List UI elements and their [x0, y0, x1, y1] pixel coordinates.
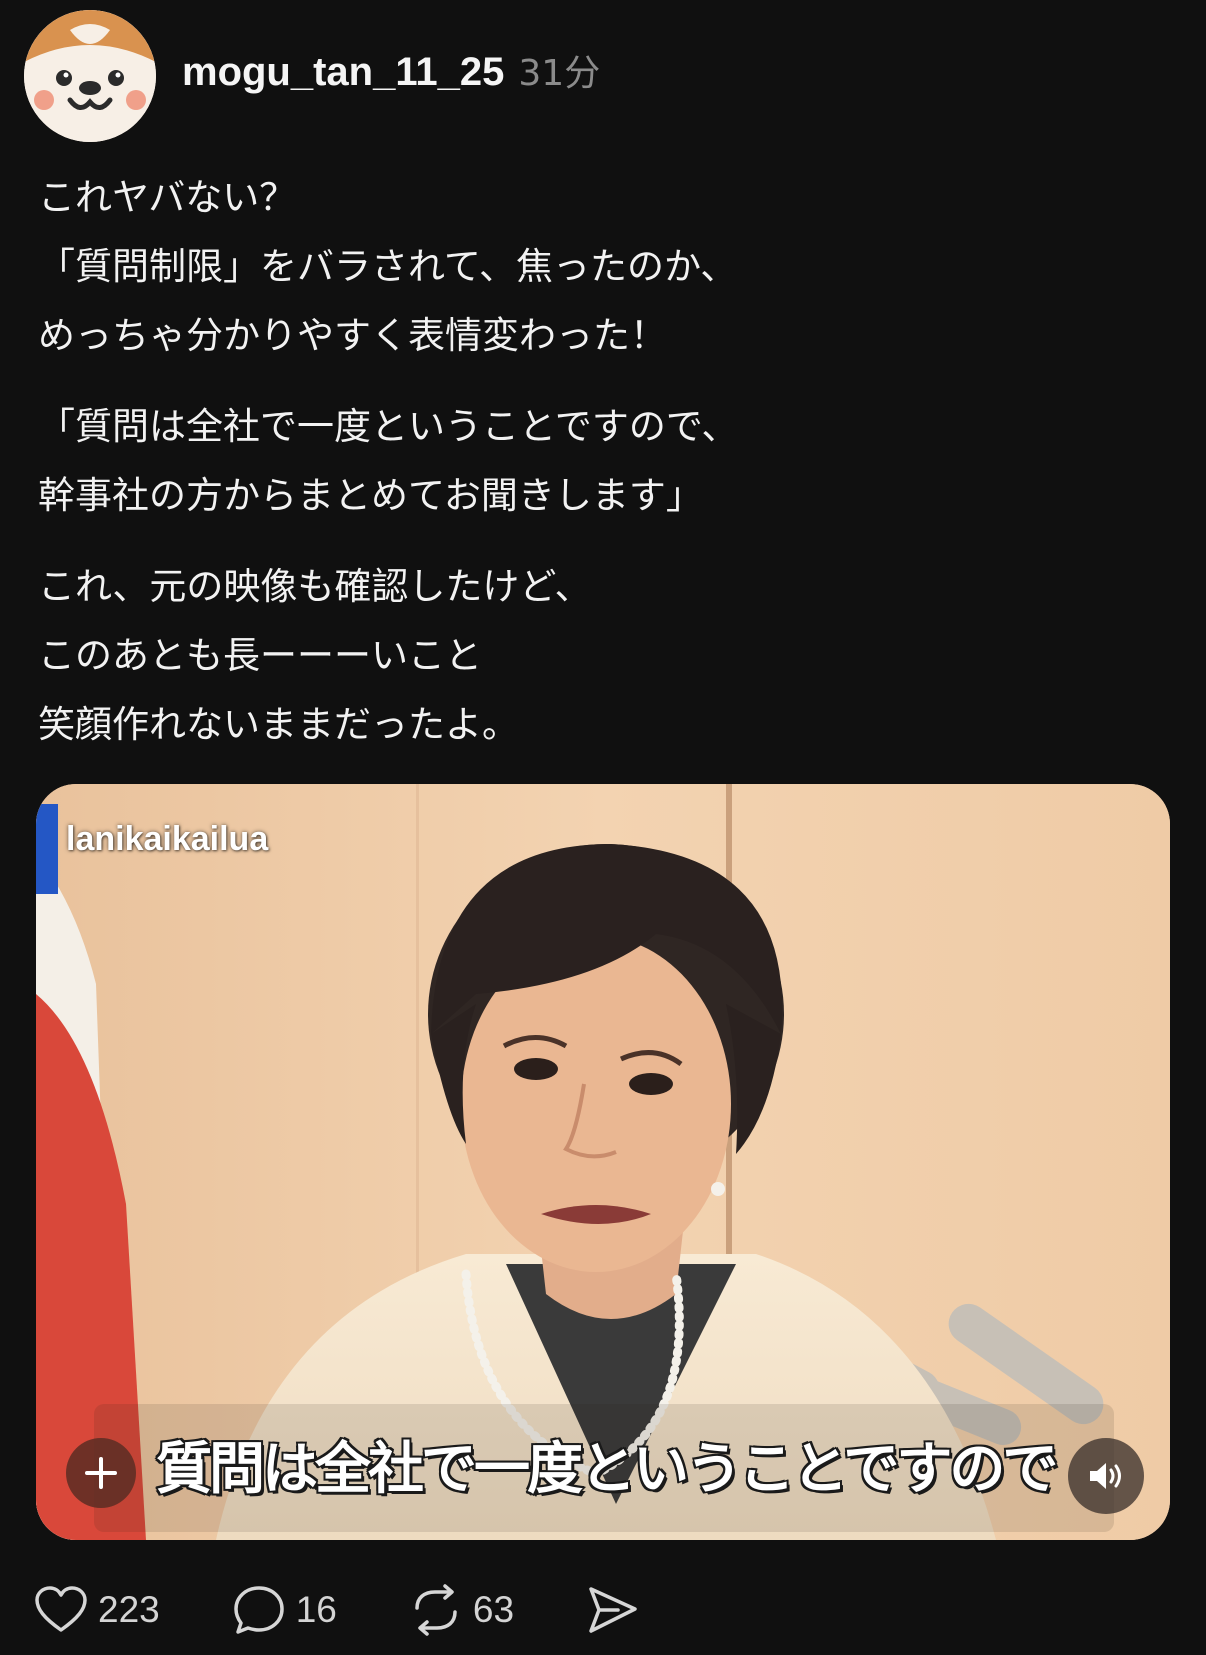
share-button[interactable]	[586, 1585, 640, 1635]
volume-button[interactable]	[1068, 1438, 1144, 1514]
text-line: このあとも長ーーーいこと	[38, 634, 482, 677]
video-subtitle: 質問は全社で一度ということですので	[154, 1436, 1059, 1504]
avatar[interactable]	[24, 10, 156, 142]
paragraph: 「質問は全社で一度ということですので、 幹事社の方からまとめてお聞きします」	[38, 392, 1158, 530]
shiba-avatar-icon	[24, 10, 156, 142]
text-line: これ、元の映像も確認したけど、	[38, 565, 592, 608]
text-line: めっちゃ分かりやすく表情変わった！	[38, 314, 667, 357]
paragraph: これ、元の映像も確認したけど、 このあとも長ーーーいこと 笑顔作れないままだった…	[38, 552, 1158, 759]
plus-icon	[85, 1457, 117, 1489]
paragraph: これヤバない？ 「質問制限」をバラされて、焦ったのか、 めっちゃ分かりやすく表情…	[38, 163, 1158, 370]
post-time: 31分	[518, 53, 601, 94]
post-text: これヤバない？ 「質問制限」をバラされて、焦ったのか、 めっちゃ分かりやすく表情…	[38, 163, 1158, 781]
comment-button[interactable]: 16	[232, 1584, 337, 1636]
like-button[interactable]: 223	[34, 1585, 160, 1635]
watermark: lanikaikailua	[66, 820, 269, 858]
repost-icon	[415, 1584, 457, 1636]
share-icon	[589, 1587, 637, 1633]
repost-button[interactable]: 63	[409, 1584, 514, 1636]
text-line: 「質問制限」をバラされて、焦ったのか、	[38, 245, 738, 288]
repost-count: 63	[472, 1589, 515, 1630]
text-line: 幹事社の方からまとめてお聞きします」	[38, 474, 703, 517]
text-line: 「質問は全社で一度ということですので、	[38, 405, 739, 448]
comment-count: 16	[295, 1589, 337, 1630]
text-line: これヤバない？	[38, 176, 297, 219]
post-header: mogu_tan_11_25 31分	[182, 44, 600, 100]
like-count: 223	[98, 1589, 160, 1630]
comment-icon	[233, 1586, 284, 1634]
heart-icon	[35, 1586, 87, 1632]
video-player[interactable]: lanikaikailua 質問は全社で一度ということですので	[36, 784, 1170, 1540]
text-line: 笑顔作れないままだったよ。	[38, 703, 519, 746]
action-bar: 223 16 63	[34, 1582, 640, 1638]
username[interactable]: mogu_tan_11_25	[182, 50, 504, 95]
speaker-icon	[1090, 1463, 1121, 1489]
add-button[interactable]	[66, 1438, 136, 1508]
